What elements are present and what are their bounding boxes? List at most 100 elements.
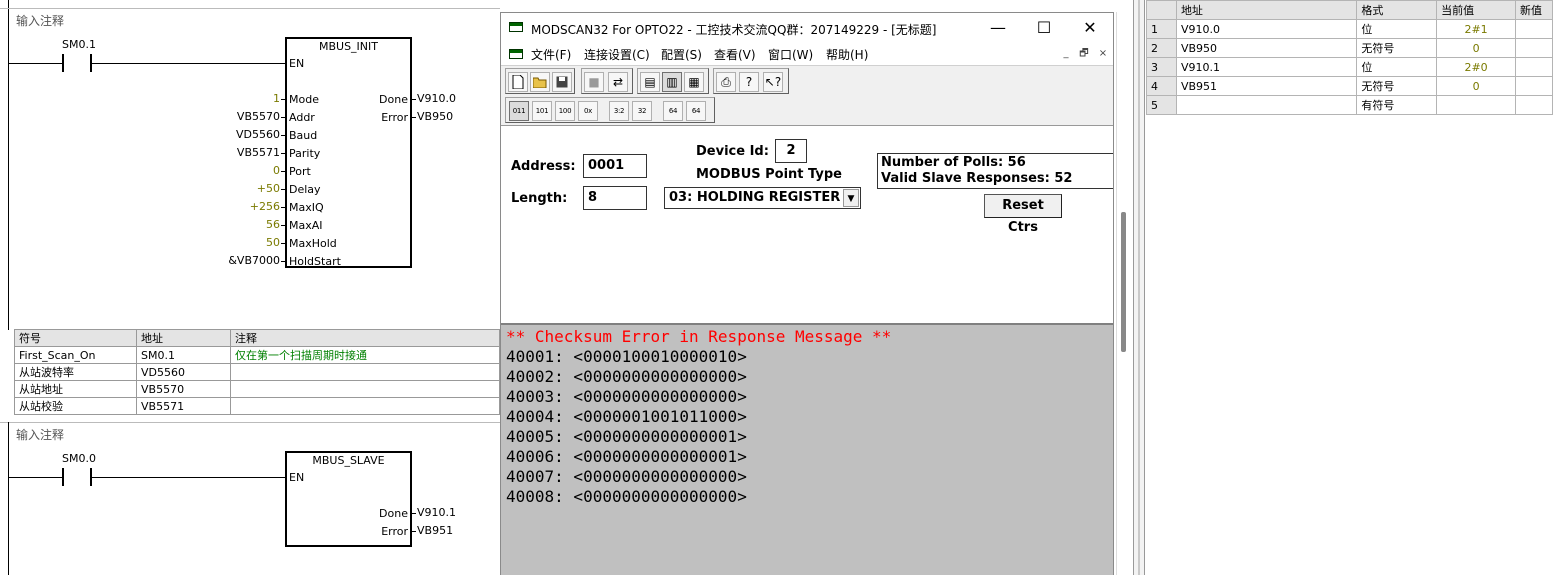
register-row[interactable]: 40003: <0000000000000000> bbox=[506, 387, 747, 407]
symbol-cell[interactable]: First_Scan_On bbox=[14, 346, 137, 364]
address-cell[interactable]: SM0.1 bbox=[136, 346, 231, 364]
table-row[interactable]: 4 VB951 无符号 0 bbox=[1146, 76, 1553, 96]
save-icon[interactable] bbox=[552, 72, 572, 92]
address-cell[interactable]: VB5570 bbox=[136, 380, 231, 398]
maximize-button[interactable]: ☐ bbox=[1021, 13, 1067, 43]
table-row[interactable]: 1 V910.0 位 2#1 bbox=[1146, 19, 1553, 39]
contact-sm0-1[interactable]: SM0.1 bbox=[62, 38, 96, 51]
address-cell[interactable]: VD5560 bbox=[136, 363, 231, 381]
address-cell[interactable] bbox=[1175, 95, 1358, 115]
help-icon[interactable]: ? bbox=[739, 72, 759, 92]
format-cell[interactable]: 有符号 bbox=[1356, 95, 1438, 115]
close-button[interactable]: ✕ bbox=[1067, 13, 1113, 43]
format-cell[interactable]: 无符号 bbox=[1356, 76, 1438, 96]
column-header[interactable]: 当前值 bbox=[1436, 0, 1516, 20]
format-cell[interactable]: 无符号 bbox=[1356, 38, 1438, 58]
reset-counters-button[interactable]: Reset Ctrs bbox=[984, 194, 1062, 235]
show-traffic-icon[interactable]: ▦ bbox=[684, 72, 704, 92]
swapped-float-icon[interactable]: 32 bbox=[632, 101, 652, 121]
address-cell[interactable]: VB950 bbox=[1175, 38, 1358, 58]
register-row[interactable]: 40008: <0000000000000000> bbox=[506, 487, 747, 507]
modscan-window[interactable]: MODSCAN32 For OPTO22 - 工控技术交流QQ群：2071492… bbox=[500, 12, 1114, 575]
operand-error[interactable]: VB951 bbox=[417, 524, 453, 537]
menu-window[interactable]: 窗口(W) bbox=[768, 46, 813, 63]
table-row[interactable]: 3 V910.1 位 2#0 bbox=[1146, 57, 1553, 77]
menu-help[interactable]: 帮助(H) bbox=[826, 46, 868, 63]
operand-done[interactable]: V910.0 bbox=[417, 92, 456, 105]
format-cell[interactable]: 位 bbox=[1356, 19, 1438, 39]
register-row[interactable]: 40006: <0000000000000001> bbox=[506, 447, 747, 467]
new-value-cell[interactable] bbox=[1515, 57, 1553, 77]
show-data-icon[interactable]: ▥ bbox=[662, 72, 682, 92]
table-row[interactable]: First_Scan_On SM0.1 仅在第一个扫描周期时接通 bbox=[14, 346, 500, 364]
comment-cell[interactable] bbox=[230, 363, 500, 381]
operand-port[interactable]: 0 bbox=[273, 164, 280, 177]
context-help-icon[interactable]: ↖? bbox=[763, 72, 783, 92]
decimal-format-icon[interactable]: 101 bbox=[532, 101, 552, 121]
connect-icon[interactable]: ■ bbox=[584, 72, 604, 92]
table-row[interactable]: 从站地址 VB5570 bbox=[14, 380, 500, 398]
contact-sm0-0[interactable]: SM0.0 bbox=[62, 452, 96, 465]
menu-setup[interactable]: 配置(S) bbox=[661, 46, 702, 63]
new-file-icon[interactable] bbox=[508, 72, 528, 92]
chevron-down-icon[interactable]: ▼ bbox=[843, 189, 859, 207]
register-row[interactable]: 40004: <0000001001011000> bbox=[506, 407, 747, 427]
address-cell[interactable]: V910.1 bbox=[1175, 57, 1358, 77]
operand-holdstart[interactable]: &VB7000 bbox=[228, 254, 280, 267]
operand-parity[interactable]: VB5571 bbox=[237, 146, 280, 159]
point-type-select[interactable]: 03: HOLDING REGISTER ▼ bbox=[664, 187, 861, 209]
operand-maxai[interactable]: 56 bbox=[266, 218, 280, 231]
register-row[interactable]: 40007: <0000000000000000> bbox=[506, 467, 747, 487]
column-header[interactable]: 地址 bbox=[1175, 0, 1358, 20]
new-value-cell[interactable] bbox=[1515, 38, 1553, 58]
address-cell[interactable]: VB5571 bbox=[136, 397, 231, 415]
data-definition-icon[interactable]: ▤ bbox=[640, 72, 660, 92]
menu-file[interactable]: 文件(F) bbox=[531, 46, 571, 63]
menu-connection[interactable]: 连接设置(C) bbox=[584, 46, 650, 63]
splitter[interactable] bbox=[1133, 0, 1145, 575]
length-input[interactable]: 8 bbox=[583, 186, 647, 210]
column-header[interactable]: 新值 bbox=[1515, 0, 1553, 20]
disconnect-icon[interactable]: ⇄ bbox=[608, 72, 628, 92]
format-cell[interactable]: 位 bbox=[1356, 57, 1438, 77]
address-cell[interactable]: V910.0 bbox=[1175, 19, 1358, 39]
operand-maxiq[interactable]: +256 bbox=[250, 200, 280, 213]
operand-error[interactable]: VB950 bbox=[417, 110, 453, 123]
operand-addr[interactable]: VB5570 bbox=[237, 110, 280, 123]
operand-done[interactable]: V910.1 bbox=[417, 506, 456, 519]
comment-cell[interactable]: 仅在第一个扫描周期时接通 bbox=[230, 346, 500, 364]
float-format-icon[interactable]: 3:2 bbox=[609, 101, 629, 121]
address-input[interactable]: 0001 bbox=[583, 154, 647, 178]
print-icon[interactable]: ⎙ bbox=[716, 72, 736, 92]
new-value-cell[interactable] bbox=[1515, 95, 1553, 115]
title-bar[interactable]: MODSCAN32 For OPTO22 - 工控技术交流QQ群：2071492… bbox=[501, 13, 1113, 43]
register-row[interactable]: 40005: <0000000000000001> bbox=[506, 427, 747, 447]
hex-format-icon[interactable]: 0x bbox=[578, 101, 598, 121]
operand-maxhold[interactable]: 50 bbox=[266, 236, 280, 249]
minimize-button[interactable]: — bbox=[975, 13, 1021, 43]
mbus-init-block[interactable]: MBUS_INIT EN Mode Addr Baud Parity Port … bbox=[285, 37, 412, 268]
symbol-cell[interactable]: 从站校验 bbox=[14, 397, 137, 415]
symbol-cell[interactable]: 从站波特率 bbox=[14, 363, 137, 381]
child-restore-button[interactable]: 🗗 bbox=[1077, 48, 1091, 61]
symbol-cell[interactable]: 从站地址 bbox=[14, 380, 137, 398]
operand-baud[interactable]: VD5560 bbox=[236, 128, 280, 141]
double-format-icon[interactable]: 64 bbox=[663, 101, 683, 121]
network-1-comment[interactable]: 输入注释 bbox=[16, 12, 64, 29]
vertical-scrollbar[interactable] bbox=[1116, 12, 1130, 575]
operand-mode[interactable]: 1 bbox=[273, 92, 280, 105]
address-cell[interactable]: VB951 bbox=[1175, 76, 1358, 96]
child-minimize-button[interactable]: _ bbox=[1059, 48, 1073, 61]
register-row[interactable]: 40001: <0000100010000010> bbox=[506, 347, 747, 367]
child-close-button[interactable]: × bbox=[1096, 48, 1110, 61]
integer-format-icon[interactable]: 100 bbox=[555, 101, 575, 121]
operand-delay[interactable]: +50 bbox=[257, 182, 280, 195]
table-row[interactable]: 从站校验 VB5571 bbox=[14, 397, 500, 415]
register-row[interactable]: 40002: <0000000000000000> bbox=[506, 367, 747, 387]
device-id-input[interactable]: 2 bbox=[775, 139, 807, 163]
new-value-cell[interactable] bbox=[1515, 19, 1553, 39]
new-value-cell[interactable] bbox=[1515, 76, 1553, 96]
document-icon[interactable] bbox=[509, 49, 523, 59]
table-row[interactable]: 5 有符号 bbox=[1146, 95, 1553, 115]
comment-cell[interactable] bbox=[230, 380, 500, 398]
